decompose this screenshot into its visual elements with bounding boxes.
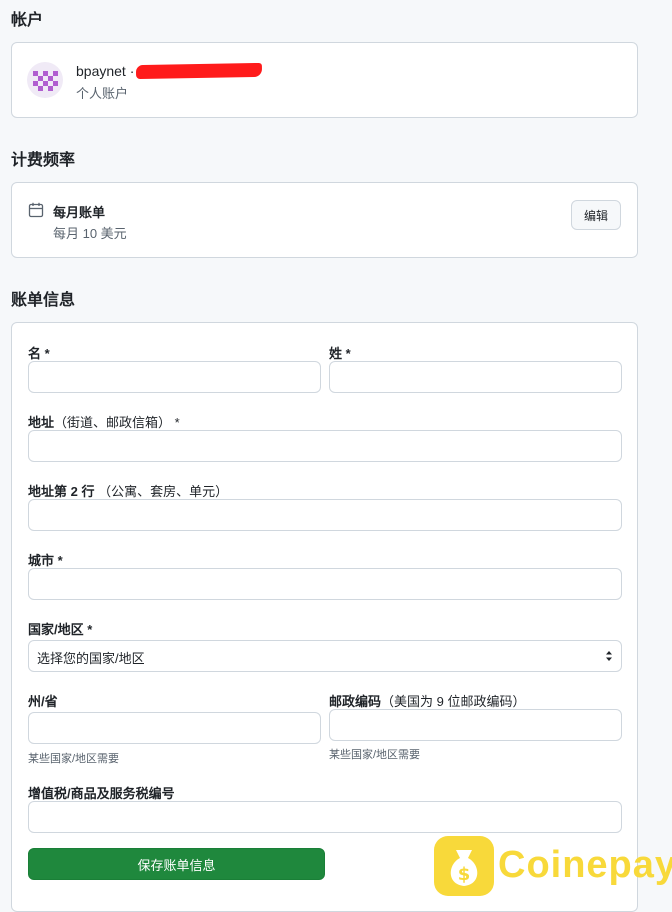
zip-label-sub: （美国为 9 位邮政编码） [381,694,526,709]
account-card: bpaynet · 个人账户 [11,42,638,118]
avatar[interactable] [27,62,63,98]
svg-text:$: $ [458,864,471,885]
last-name-label: 姓 * [329,346,351,361]
address2-input[interactable] [28,499,622,531]
coinepay-watermark: $ Coinepay [434,836,672,896]
state-hint: 某些国家/地区需要 [28,753,120,765]
plan-name: 每月账单 [53,205,106,220]
select-arrows-icon [606,651,612,661]
address1-label-text: 地址 [28,415,55,430]
account-name-text: bpaynet · [76,63,135,79]
last-name-input[interactable] [329,361,622,393]
zip-hint: 某些国家/地区需要 [329,749,421,761]
city-label: 城市 * [28,553,63,568]
state-label: 州/省 [28,694,58,709]
watermark-text: Coinepay [498,844,672,886]
account-section-title: 帐户 [11,12,44,29]
state-input[interactable] [28,712,321,744]
first-name-label: 名 * [28,346,50,361]
edit-button[interactable]: 编辑 [571,200,621,230]
billing-info-title: 账单信息 [11,292,76,309]
zip-input[interactable] [329,709,622,741]
zip-label-text: 邮政编码 [329,694,382,709]
account-type: 个人账户 [76,86,129,101]
redaction-mark [136,62,263,80]
country-select-value: 选择您的国家/地区 [37,651,145,666]
save-billing-button[interactable]: 保存账单信息 [28,848,325,880]
country-label: 国家/地区 * [28,622,93,637]
city-input[interactable] [28,568,622,600]
identicon-icon [33,71,58,91]
country-select[interactable]: 选择您的国家/地区 [28,640,622,672]
address1-label-sub: （街道、邮政信箱） * [54,415,180,430]
billing-info-form: 名 * 姓 * 地址（街道、邮政信箱） * 地址第 2 行 （公寓、套房、单元）… [11,322,638,912]
address2-label: 地址第 2 行 （公寓、套房、单元） [28,481,228,500]
account-name: bpaynet · [76,62,263,80]
zip-label: 邮政编码（美国为 9 位邮政编码） [329,691,525,710]
address1-input[interactable] [28,430,622,462]
billing-frequency-card: 每月账单 每月 10 美元 编辑 [11,182,638,258]
address2-label-text: 地址第 2 行 [28,484,95,499]
money-bag-icon: $ [434,836,494,896]
address1-label: 地址（街道、邮政信箱） * [28,412,180,431]
vat-label: 增值税/商品及服务税编号 [28,786,175,801]
first-name-input[interactable] [28,361,321,393]
billing-frequency-title: 计费频率 [11,152,76,169]
address2-label-sub: （公寓、套房、单元） [94,484,229,499]
calendar-icon [28,202,44,218]
vat-input[interactable] [28,801,622,833]
plan-price: 每月 10 美元 [53,226,127,241]
